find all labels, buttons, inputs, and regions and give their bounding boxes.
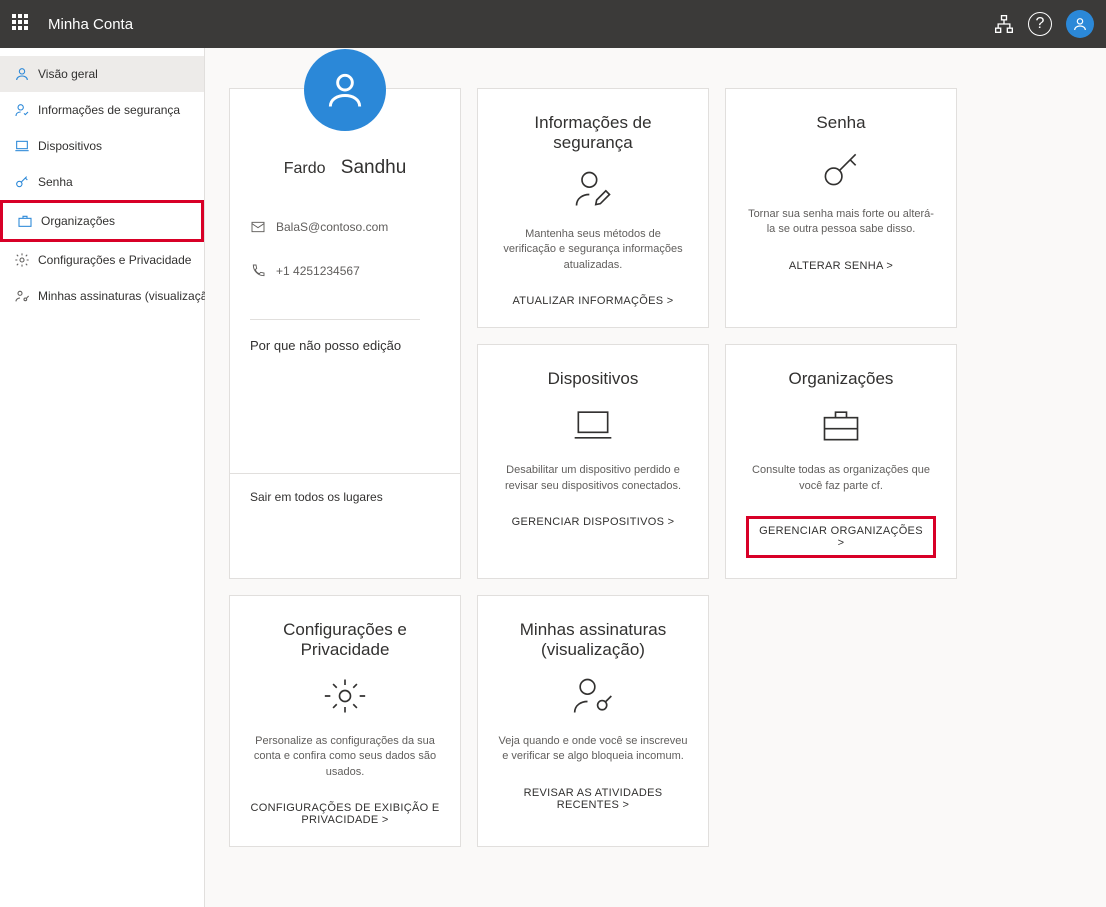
card-security: Informações de segurança Mantenha seus m… [477, 88, 709, 328]
topbar: Minha Conta ? [0, 0, 1106, 48]
layout: Visão geral Informações de segurança Dis… [0, 48, 1106, 907]
card-grid: Fardo Sandhu BalaS@contoso.com +1 425123… [229, 88, 1082, 847]
sitemap-icon[interactable] [994, 14, 1014, 34]
app-launcher-icon[interactable] [12, 14, 32, 34]
profile-avatar [304, 49, 386, 131]
phone-icon [250, 263, 266, 279]
person-edit-icon [571, 167, 615, 211]
profile-avatar-wrap [250, 49, 440, 131]
person-check-icon [14, 102, 30, 118]
page-title: Minha Conta [48, 16, 994, 33]
sidebar-item-organizations[interactable]: Organizações [0, 200, 204, 242]
card-desc: Consulte todas as organizações que você … [746, 463, 936, 494]
why-cant-edit-link[interactable]: Por que não posso edição [250, 338, 401, 353]
divider [250, 319, 420, 320]
card-title: Informações de segurança [498, 113, 688, 153]
card-devices: Dispositivos Desabilitar um dispositivo … [477, 344, 709, 579]
profile-name: Fardo Sandhu [250, 157, 440, 179]
user-avatar-small[interactable] [1066, 10, 1094, 38]
card-desc: Mantenha seus métodos de verificação e s… [498, 227, 688, 273]
card-subscriptions: Minhas assinaturas (visualização) Veja q… [477, 595, 709, 847]
card-title: Minhas assinaturas (visualização) [498, 620, 688, 660]
sidebar-item-label: Dispositivos [38, 139, 102, 153]
sidebar-item-security[interactable]: Informações de segurança [0, 92, 204, 128]
gear-large-icon [323, 674, 367, 718]
manage-organizations-link[interactable]: GERENCIAR ORGANIZAÇÕES > [746, 516, 936, 558]
card-password: Senha Tornar sua senha mais forte ou alt… [725, 88, 957, 328]
profile-email: BalaS@contoso.com [276, 220, 388, 234]
change-password-link[interactable]: ALTERAR SENHA > [789, 260, 893, 272]
sidebar-item-label: Informações de segurança [38, 103, 180, 117]
briefcase-icon [17, 213, 33, 229]
sidebar-item-label: Configurações e Privacidade [38, 253, 191, 267]
laptop-icon [14, 138, 30, 154]
person-key-large-icon [571, 674, 615, 718]
sidebar-item-label: Senha [38, 175, 73, 189]
sidebar-item-label: Organizações [41, 214, 115, 228]
card-title: Organizações [789, 369, 894, 389]
profile-email-row: BalaS@contoso.com [250, 219, 388, 235]
sidebar: Visão geral Informações de segurança Dis… [0, 48, 205, 907]
sidebar-item-label: Minhas assinaturas (visualização) [38, 289, 218, 303]
profile-first-name: Fardo [284, 160, 326, 177]
update-info-link[interactable]: ATUALIZAR INFORMAÇÕES > [512, 295, 673, 307]
card-desc: Tornar sua senha mais forte ou alterá-la… [746, 207, 936, 238]
person-icon [14, 66, 30, 82]
view-settings-link[interactable]: CONFIGURAÇÕES DE EXIBIÇÃO E PRIVACIDADE … [250, 802, 440, 826]
sidebar-item-overview[interactable]: Visão geral [0, 56, 204, 92]
sidebar-item-devices[interactable]: Dispositivos [0, 128, 204, 164]
person-key-icon [14, 288, 30, 304]
sidebar-item-subscriptions[interactable]: Minhas assinaturas (visualização) [0, 278, 204, 314]
key-icon [14, 174, 30, 190]
gear-icon [14, 252, 30, 268]
profile-phone-row: +1 4251234567 [250, 263, 360, 279]
mail-icon [250, 219, 266, 235]
sidebar-item-settings[interactable]: Configurações e Privacidade [0, 242, 204, 278]
laptop-large-icon [571, 403, 615, 447]
briefcase-large-icon [819, 403, 863, 447]
topbar-right: ? [994, 10, 1094, 38]
profile-last-name: Sandhu [341, 157, 407, 178]
profile-card: Fardo Sandhu BalaS@contoso.com +1 425123… [229, 88, 461, 579]
card-title: Senha [816, 113, 865, 133]
signout-everywhere-link[interactable]: Sair em todos os lugares [230, 473, 460, 520]
sidebar-item-password[interactable]: Senha [0, 164, 204, 200]
card-title: Configurações e Privacidade [250, 620, 440, 660]
key-large-icon [819, 147, 863, 191]
card-desc: Personalize as configurações da sua cont… [250, 734, 440, 780]
card-desc: Desabilitar um dispositivo perdido e rev… [498, 463, 688, 494]
card-settings: Configurações e Privacidade Personalize … [229, 595, 461, 847]
help-icon[interactable]: ? [1028, 12, 1052, 36]
main-content: Fardo Sandhu BalaS@contoso.com +1 425123… [205, 48, 1106, 907]
profile-phone: +1 4251234567 [276, 264, 360, 278]
review-activity-link[interactable]: REVISAR AS ATIVIDADES RECENTES > [498, 787, 688, 811]
card-title: Dispositivos [548, 369, 639, 389]
sidebar-item-label: Visão geral [38, 67, 98, 81]
card-organizations: Organizações Consulte todas as organizaç… [725, 344, 957, 579]
card-desc: Veja quando e onde você se inscreveu e v… [498, 734, 688, 765]
manage-devices-link[interactable]: GERENCIAR DISPOSITIVOS > [512, 516, 675, 528]
